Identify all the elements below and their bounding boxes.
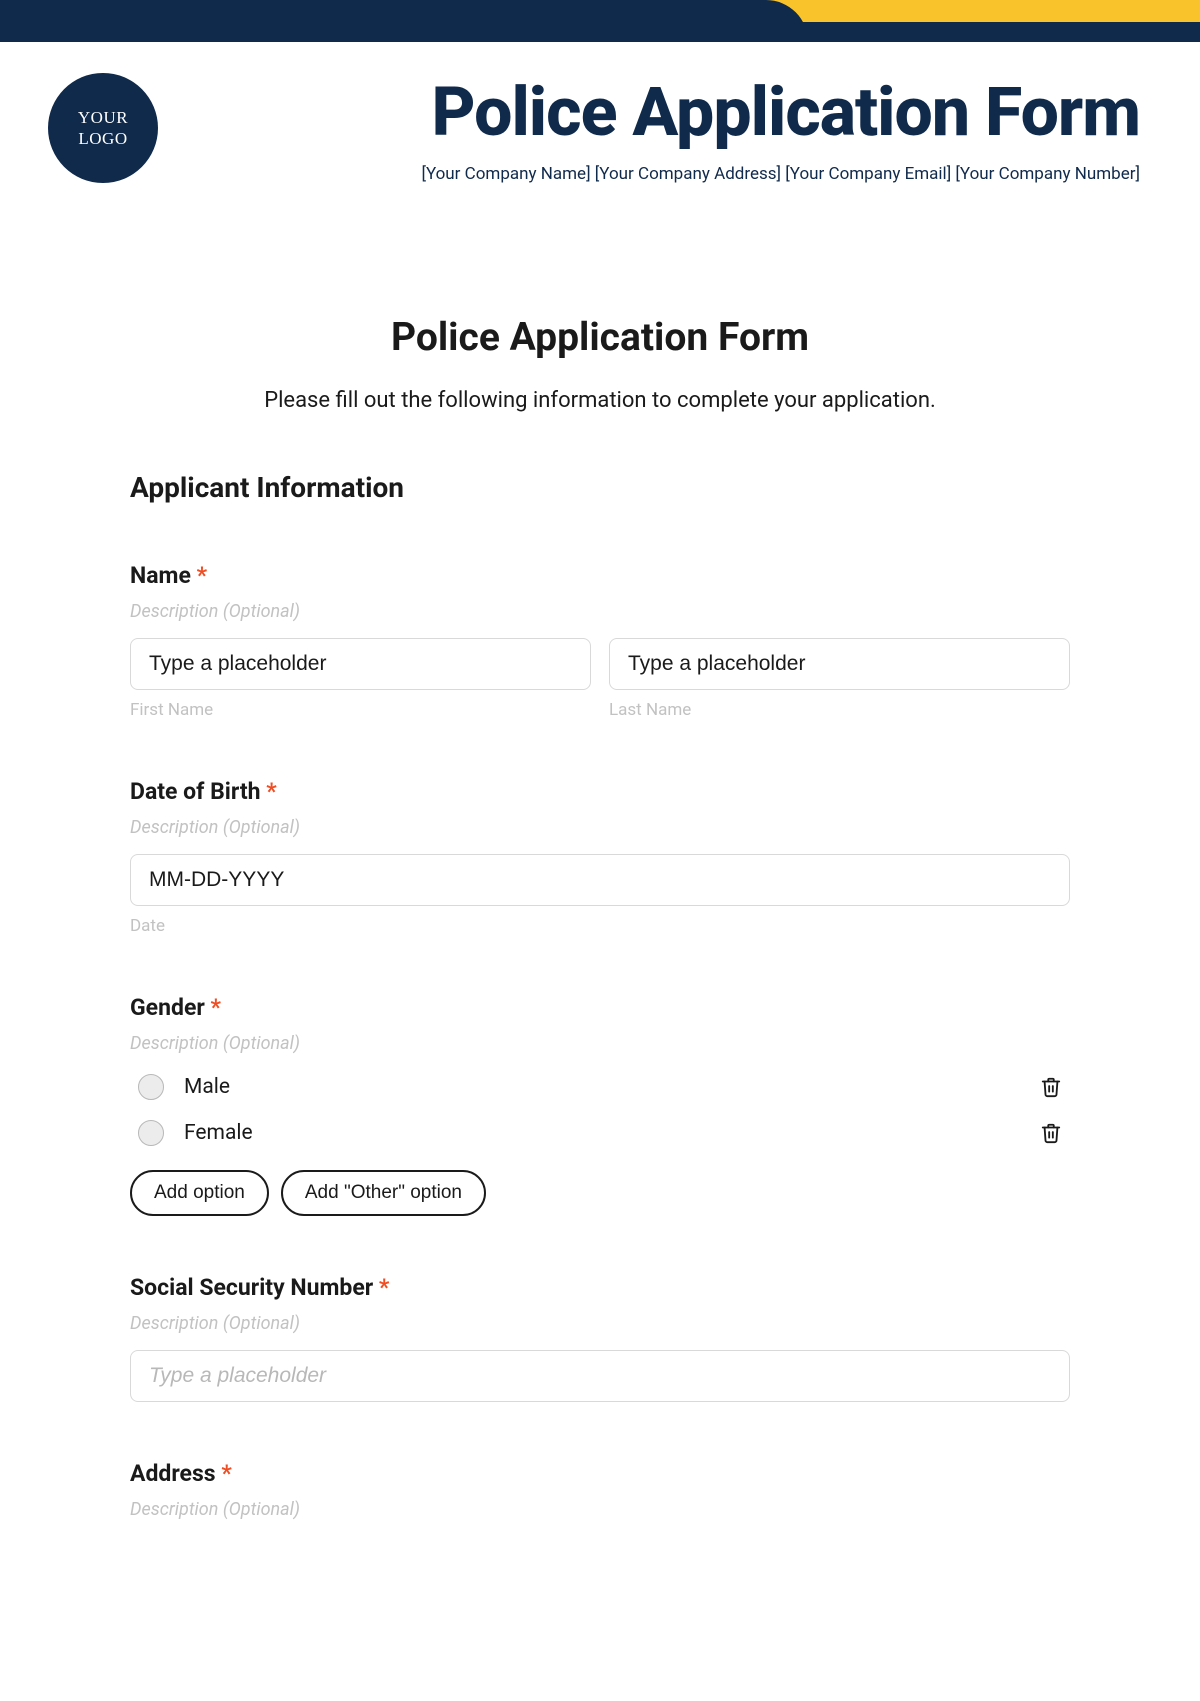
header: YOUR LOGO Police Application Form [Your … [0, 42, 1200, 194]
address-label-text: Address [130, 1460, 216, 1487]
field-dob: Date of Birth * Description (Optional) D… [130, 778, 1070, 936]
trash-icon[interactable] [1040, 1121, 1062, 1145]
ssn-input[interactable] [130, 1350, 1070, 1402]
form-body: Police Application Form Please fill out … [0, 194, 1200, 1520]
trash-icon[interactable] [1040, 1075, 1062, 1099]
gender-option-female[interactable]: Female [130, 1120, 1070, 1146]
required-marker: * [379, 1274, 389, 1301]
radio-icon[interactable] [138, 1120, 164, 1146]
name-label: Name * [130, 562, 1070, 589]
address-description[interactable]: Description (Optional) [130, 1499, 1070, 1520]
gender-female-label: Female [184, 1121, 1040, 1145]
dob-description[interactable]: Description (Optional) [130, 817, 1070, 838]
radio-icon[interactable] [138, 1074, 164, 1100]
logo-line1: YOUR [78, 108, 128, 127]
gender-option-male[interactable]: Male [130, 1074, 1070, 1100]
add-option-button[interactable]: Add option [130, 1170, 269, 1216]
header-subinfo: [Your Company Name] [Your Company Addres… [198, 164, 1140, 184]
form-title: Police Application Form [130, 314, 1070, 360]
top-banner [0, 0, 1200, 42]
required-marker: * [211, 994, 221, 1021]
dob-label: Date of Birth * [130, 778, 1070, 805]
required-marker: * [221, 1460, 231, 1487]
last-name-sublabel: Last Name [609, 700, 1070, 720]
add-other-option-button[interactable]: Add "Other" option [281, 1170, 486, 1216]
logo-placeholder: YOUR LOGO [48, 73, 158, 183]
banner-accent [760, 0, 1200, 22]
dob-label-text: Date of Birth [130, 778, 261, 805]
field-name: Name * Description (Optional) First Name… [130, 562, 1070, 720]
field-gender: Gender * Description (Optional) Male Fem… [130, 994, 1070, 1216]
name-description[interactable]: Description (Optional) [130, 601, 1070, 622]
gender-label: Gender * [130, 994, 1070, 1021]
field-ssn: Social Security Number * Description (Op… [130, 1274, 1070, 1402]
dob-input[interactable] [130, 854, 1070, 906]
header-title: Police Application Form [198, 72, 1140, 152]
first-name-sublabel: First Name [130, 700, 591, 720]
ssn-label-text: Social Security Number [130, 1274, 373, 1301]
gender-label-text: Gender [130, 994, 205, 1021]
last-name-input[interactable] [609, 638, 1070, 690]
name-label-text: Name [130, 562, 191, 589]
form-intro: Please fill out the following informatio… [130, 388, 1070, 413]
logo-line2: LOGO [78, 129, 127, 148]
first-name-input[interactable] [130, 638, 591, 690]
gender-description[interactable]: Description (Optional) [130, 1033, 1070, 1054]
ssn-label: Social Security Number * [130, 1274, 1070, 1301]
address-label: Address * [130, 1460, 1070, 1487]
gender-male-label: Male [184, 1075, 1040, 1099]
dob-sublabel: Date [130, 916, 1070, 936]
required-marker: * [197, 562, 207, 589]
section-applicant-info: Applicant Information [130, 471, 1070, 504]
field-address: Address * Description (Optional) [130, 1460, 1070, 1520]
required-marker: * [266, 778, 276, 805]
ssn-description[interactable]: Description (Optional) [130, 1313, 1070, 1334]
